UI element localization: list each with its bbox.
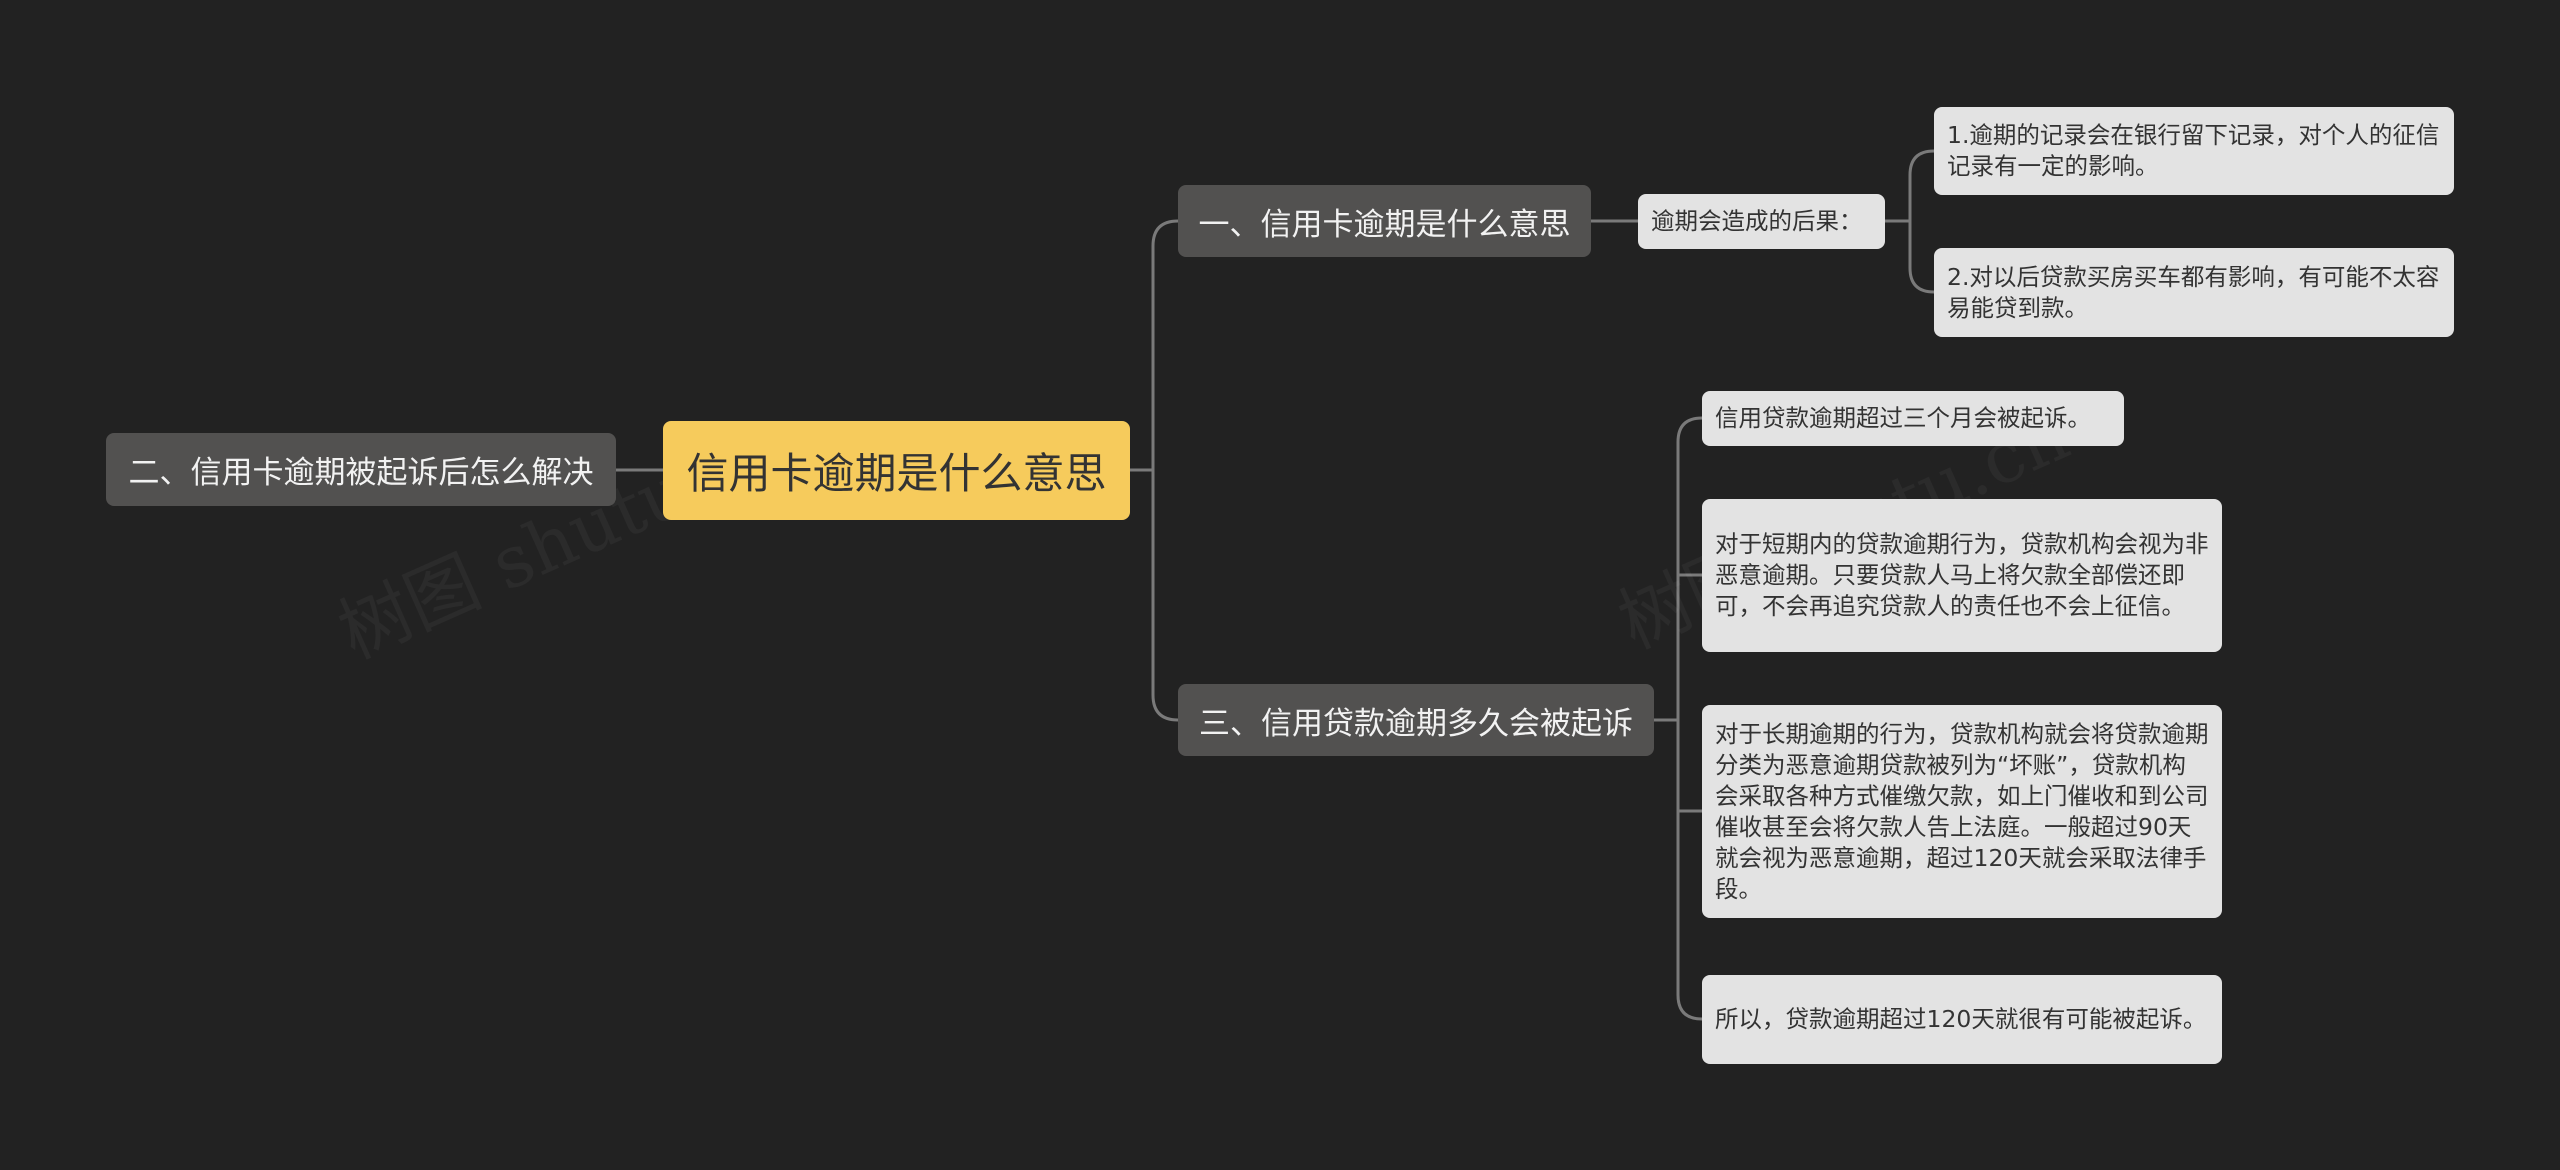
connector-branch3-children xyxy=(1652,416,1704,1021)
sub-node-consequences[interactable]: 逾期会造成的后果： xyxy=(1638,194,1885,249)
leaf-node[interactable]: 信用贷款逾期超过三个月会被起诉。 xyxy=(1702,391,2124,446)
leaf-node[interactable]: 所以，贷款逾期超过120天就很有可能被起诉。 xyxy=(1702,975,2222,1064)
leaf-node[interactable]: 对于短期内的贷款逾期行为，贷款机构会视为非恶意逾期。只要贷款人马上将欠款全部偿还… xyxy=(1702,499,2222,652)
connector-right-trunk xyxy=(1151,219,1180,722)
root-node[interactable]: 信用卡逾期是什么意思 xyxy=(663,421,1130,520)
branch-node-2[interactable]: 二、信用卡逾期被起诉后怎么解决 xyxy=(106,433,616,506)
branch-node-3[interactable]: 三、信用贷款逾期多久会被起诉 xyxy=(1178,684,1654,756)
leaf-node[interactable]: 对于长期逾期的行为，贷款机构就会将贷款逾期分类为恶意逾期贷款被列为“坏账”，贷款… xyxy=(1702,705,2222,918)
leaf-node[interactable]: 2.对以后贷款买房买车都有影响，有可能不太容易能贷到款。 xyxy=(1934,248,2454,337)
leaf-node[interactable]: 1.逾期的记录会在银行留下记录，对个人的征信记录有一定的影响。 xyxy=(1934,107,2454,195)
branch-node-1[interactable]: 一、信用卡逾期是什么意思 xyxy=(1178,185,1591,257)
connector-sub-children xyxy=(1883,149,1936,294)
